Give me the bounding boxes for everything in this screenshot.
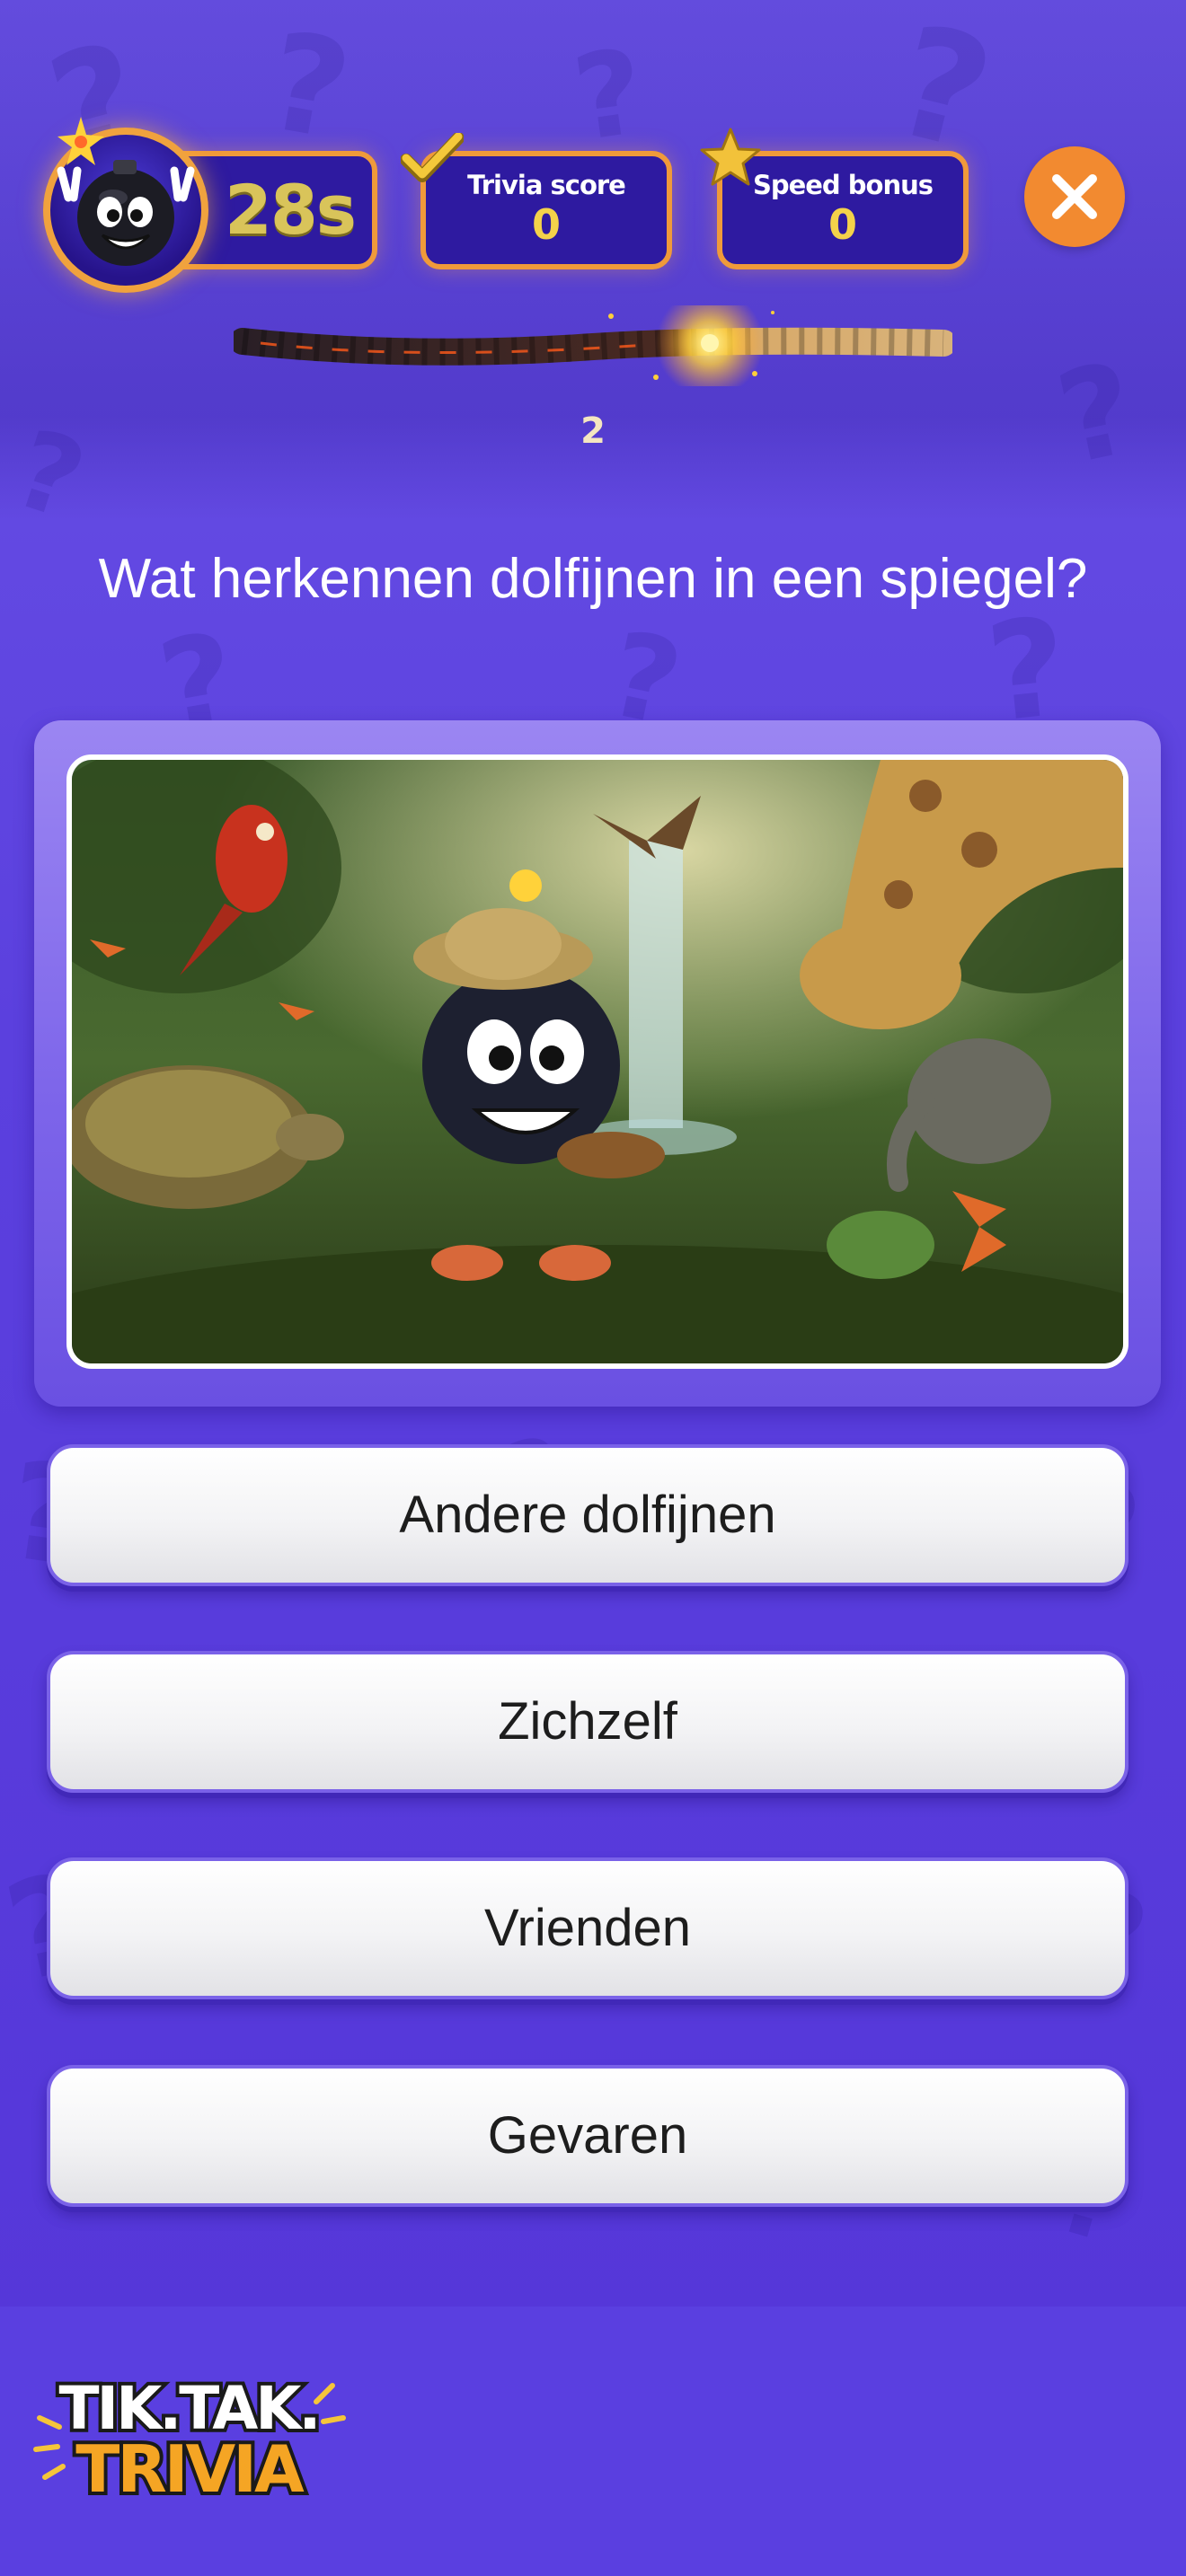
close-button[interactable] [1024,146,1125,247]
answer-button-1[interactable]: Andere dolfijnen [47,1444,1128,1586]
question-number: 2 [580,410,606,452]
trivia-score-value: 0 [531,200,561,249]
spark-icon [58,117,104,165]
jungle-illustration [72,760,1123,1363]
answer-button-4[interactable]: Gevaren [47,2065,1128,2207]
tiktak-trivia-logo: TIK.TAK. TRIVIA [33,2370,346,2510]
question-text: Wat herkennen dolfijnen in een spiegel? [98,548,1088,610]
avatar [43,117,208,293]
checkmark-icon [401,133,464,182]
close-icon [1052,174,1097,219]
answer-button-3[interactable]: Vrienden [47,1857,1128,1999]
timer-value: 28s [225,170,357,250]
burning-fuse-icon [234,305,952,386]
logo-line2: TRIVIA [75,2431,305,2507]
question-image [66,754,1128,1369]
star-icon [700,128,761,186]
answer-button-2[interactable]: Zichzelf [47,1651,1128,1793]
speed-bonus-value: 0 [828,200,857,249]
